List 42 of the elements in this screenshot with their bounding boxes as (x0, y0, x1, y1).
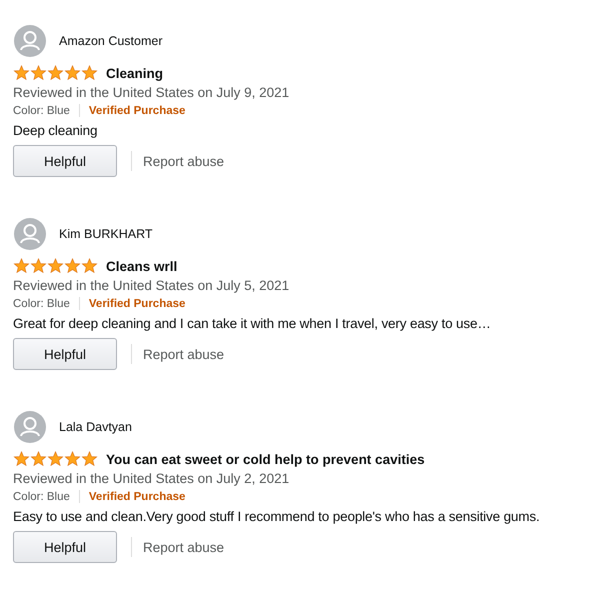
verified-purchase-label: Verified Purchase (88, 104, 186, 116)
avatar-icon (14, 25, 46, 57)
reviewer-name: Kim BURKHART (59, 227, 153, 241)
verified-purchase-label: Verified Purchase (88, 298, 186, 310)
report-abuse-link[interactable]: Report abuse (143, 540, 224, 554)
star-icon (81, 258, 98, 274)
star-icon (30, 451, 47, 467)
star-icon (81, 451, 98, 467)
review-text: Easy to use and clean.Very good stuff I recommend to people's who has a sensitive gums. (13, 509, 541, 524)
avatar-icon (14, 218, 46, 250)
review-title[interactable]: Cleaning (106, 66, 164, 80)
reviewer-name: Amazon Customer (59, 34, 163, 48)
star-icon (47, 65, 64, 81)
star-icon (30, 258, 47, 274)
star-icon (47, 451, 64, 467)
star-icon (64, 451, 81, 467)
variant-label: Color: Blue (13, 490, 70, 502)
review-date: Reviewed in the United States on July 9, 2021 (13, 85, 290, 100)
helpful-button[interactable]: Helpful (13, 145, 117, 177)
review-title[interactable]: Cleans wrll (106, 258, 178, 274)
review-date: Reviewed in the United States on July 5, 2021 (13, 278, 290, 293)
verified-purchase-label: Verified Purchase (88, 490, 186, 502)
star-icon (47, 258, 64, 274)
helpful-button[interactable]: Helpful (13, 531, 117, 563)
review-title[interactable]: You can eat sweet or cold help to prevent cavities (106, 452, 425, 466)
avatar-icon (14, 411, 46, 443)
reviewer-name: Lala Davtyan (59, 420, 132, 434)
star-icon (30, 65, 47, 81)
variant-label: Color: Blue (13, 104, 70, 116)
report-abuse-link[interactable]: Report abuse (143, 346, 224, 362)
star-icon (13, 258, 30, 274)
report-abuse-link[interactable]: Report abuse (143, 154, 224, 168)
star-icon (13, 451, 30, 467)
variant-label: Color: Blue (13, 298, 70, 310)
review-text: Deep cleaning (13, 123, 98, 138)
helpful-button[interactable]: Helpful (13, 338, 117, 370)
star-icon (13, 65, 30, 81)
star-icon (64, 65, 81, 81)
star-icon (81, 65, 98, 81)
review-text: Great for deep cleaning and I can take it with me when I travel, very easy to use… (13, 316, 492, 331)
star-icon (64, 258, 81, 274)
review-date: Reviewed in the United States on July 2, 2021 (13, 471, 290, 486)
